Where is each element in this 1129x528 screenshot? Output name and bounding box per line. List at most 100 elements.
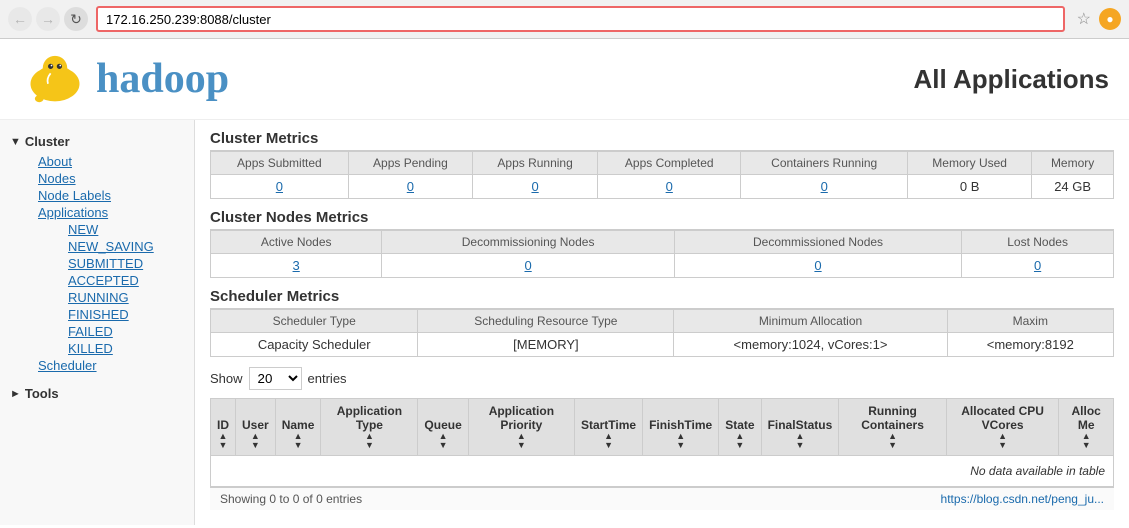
col-scheduler-type: Scheduler Type [211, 310, 418, 333]
apps-col-running-containers[interactable]: Running Containers ▲▼ [839, 399, 947, 456]
show-entries-bar: Show 10 20 25 50 100 entries [210, 367, 1114, 390]
sidebar-cluster-label: Cluster [25, 134, 70, 149]
col-apps-completed: Apps Completed [598, 152, 741, 175]
apps-col-priority[interactable]: Application Priority ▲▼ [468, 399, 574, 456]
address-bar[interactable] [96, 6, 1065, 32]
sidebar-item-submitted[interactable]: SUBMITTED [60, 255, 194, 272]
col-apps-pending: Apps Pending [348, 152, 472, 175]
cluster-metrics-row: 0 0 0 0 0 0 B 24 GB [211, 175, 1114, 199]
bookmark-icon[interactable]: ☆ [1077, 9, 1091, 29]
browser-chrome: ← → ↻ ☆ ● [0, 0, 1129, 39]
sidebar-item-running[interactable]: RUNNING [60, 289, 194, 306]
val-scheduler-type: Capacity Scheduler [211, 333, 418, 357]
hadoop-logo-text: hadoop [96, 55, 229, 103]
sidebar-tools-section: ► Tools [0, 382, 194, 405]
sidebar-tools-title[interactable]: ► Tools [0, 382, 194, 405]
page-title: All Applications [914, 64, 1110, 95]
cluster-nodes-metrics-title: Cluster Nodes Metrics [210, 209, 1114, 230]
entries-label: entries [308, 371, 347, 386]
sidebar-item-accepted[interactable]: ACCEPTED [60, 272, 194, 289]
val-apps-running[interactable]: 0 [473, 175, 598, 199]
show-label: Show [210, 371, 243, 386]
col-scheduling-resource: Scheduling Resource Type [418, 310, 674, 333]
cluster-arrow-icon: ▼ [10, 136, 21, 148]
scheduler-metrics-row: Capacity Scheduler [MEMORY] <memory:1024… [211, 333, 1114, 357]
apps-col-alloc-mem[interactable]: Alloc Me ▲▼ [1059, 399, 1114, 456]
val-apps-pending[interactable]: 0 [348, 175, 472, 199]
forward-button[interactable]: → [36, 7, 60, 31]
val-min-allocation: <memory:1024, vCores:1> [674, 333, 947, 357]
col-decommissioned-nodes: Decommissioned Nodes [674, 231, 961, 254]
refresh-button[interactable]: ↻ [64, 7, 88, 31]
val-decommissioning-nodes[interactable]: 0 [382, 254, 675, 278]
hadoop-logo: hadoop [20, 49, 229, 109]
apps-col-start-time[interactable]: StartTime ▲▼ [574, 399, 642, 456]
apps-col-final-status[interactable]: FinalStatus ▲▼ [761, 399, 839, 456]
elephant-icon [20, 49, 90, 109]
apps-col-queue[interactable]: Queue ▲▼ [418, 399, 468, 456]
col-decommissioning-nodes: Decommissioning Nodes [382, 231, 675, 254]
col-apps-submitted: Apps Submitted [211, 152, 349, 175]
cluster-nodes-table: Active Nodes Decommissioning Nodes Decom… [210, 230, 1114, 278]
val-apps-submitted[interactable]: 0 [211, 175, 349, 199]
val-lost-nodes[interactable]: 0 [962, 254, 1114, 278]
val-apps-completed[interactable]: 0 [598, 175, 741, 199]
sidebar-cluster-section: ▼ Cluster About Nodes Node Labels Applic… [0, 130, 194, 374]
back-button[interactable]: ← [8, 7, 32, 31]
sidebar-item-node-labels[interactable]: Node Labels [30, 187, 194, 204]
sidebar-item-killed[interactable]: KILLED [60, 340, 194, 357]
scheduler-metrics-title: Scheduler Metrics [210, 288, 1114, 309]
applications-table: ID ▲▼ User ▲▼ Name ▲▼ Application Type [210, 398, 1114, 487]
col-containers-running: Containers Running [741, 152, 908, 175]
col-lost-nodes: Lost Nodes [962, 231, 1114, 254]
sidebar-item-applications[interactable]: Applications [30, 204, 194, 221]
apps-col-name[interactable]: Name ▲▼ [275, 399, 321, 456]
sidebar-item-finished[interactable]: FINISHED [60, 306, 194, 323]
apps-col-cpu-vcores[interactable]: Allocated CPU VCores ▲▼ [946, 399, 1058, 456]
col-apps-running: Apps Running [473, 152, 598, 175]
showing-text: Showing 0 to 0 of 0 entries [220, 492, 362, 506]
val-containers-running[interactable]: 0 [741, 175, 908, 199]
tools-arrow-icon: ► [10, 388, 21, 400]
content-area: Cluster Metrics Apps Submitted Apps Pend… [195, 120, 1129, 525]
sidebar-item-about[interactable]: About [30, 153, 194, 170]
nav-buttons: ← → ↻ [8, 7, 88, 31]
val-memory-used: 0 B [908, 175, 1032, 199]
val-memory: 24 GB [1032, 175, 1114, 199]
apps-col-finish-time[interactable]: FinishTime ▲▼ [643, 399, 719, 456]
scheduler-metrics-table: Scheduler Type Scheduling Resource Type … [210, 309, 1114, 357]
main-area: ▼ Cluster About Nodes Node Labels Applic… [0, 120, 1129, 525]
val-scheduling-resource: [MEMORY] [418, 333, 674, 357]
val-max-allocation: <memory:8192 [947, 333, 1113, 357]
val-active-nodes[interactable]: 3 [211, 254, 382, 278]
apps-col-app-type[interactable]: Application Type ▲▼ [321, 399, 418, 456]
sidebar-item-new-saving[interactable]: NEW_SAVING [60, 238, 194, 255]
sidebar: ▼ Cluster About Nodes Node Labels Applic… [0, 120, 195, 525]
val-decommissioned-nodes[interactable]: 0 [674, 254, 961, 278]
page: hadoop All Applications ▼ Cluster About … [0, 39, 1129, 525]
col-memory: Memory [1032, 152, 1114, 175]
col-memory-used: Memory Used [908, 152, 1032, 175]
no-data-message: No data available in table [211, 456, 1114, 487]
cluster-metrics-title: Cluster Metrics [210, 130, 1114, 151]
sidebar-app-states: NEW NEW_SAVING SUBMITTED ACCEPTED RUNNIN… [30, 221, 194, 357]
sidebar-item-failed[interactable]: FAILED [60, 323, 194, 340]
entries-select[interactable]: 10 20 25 50 100 [249, 367, 302, 390]
col-max-allocation: Maxim [947, 310, 1113, 333]
sidebar-item-nodes[interactable]: Nodes [30, 170, 194, 187]
sidebar-item-new[interactable]: NEW [60, 221, 194, 238]
apps-col-state[interactable]: State ▲▼ [719, 399, 761, 456]
cluster-metrics-table: Apps Submitted Apps Pending Apps Running… [210, 151, 1114, 199]
apps-col-id[interactable]: ID ▲▼ [211, 399, 236, 456]
extension-icon: ● [1099, 8, 1121, 30]
sidebar-cluster-links: About Nodes Node Labels Applications NEW… [0, 153, 194, 374]
sidebar-item-scheduler[interactable]: Scheduler [30, 357, 194, 374]
sidebar-tools-label: Tools [25, 386, 59, 401]
cluster-nodes-row: 3 0 0 0 [211, 254, 1114, 278]
no-data-row: No data available in table [211, 456, 1114, 487]
col-active-nodes: Active Nodes [211, 231, 382, 254]
footer-status-url[interactable]: https://blog.csdn.net/peng_ju... [941, 492, 1104, 506]
sidebar-cluster-title[interactable]: ▼ Cluster [0, 130, 194, 153]
apps-col-user[interactable]: User ▲▼ [236, 399, 276, 456]
col-min-allocation: Minimum Allocation [674, 310, 947, 333]
